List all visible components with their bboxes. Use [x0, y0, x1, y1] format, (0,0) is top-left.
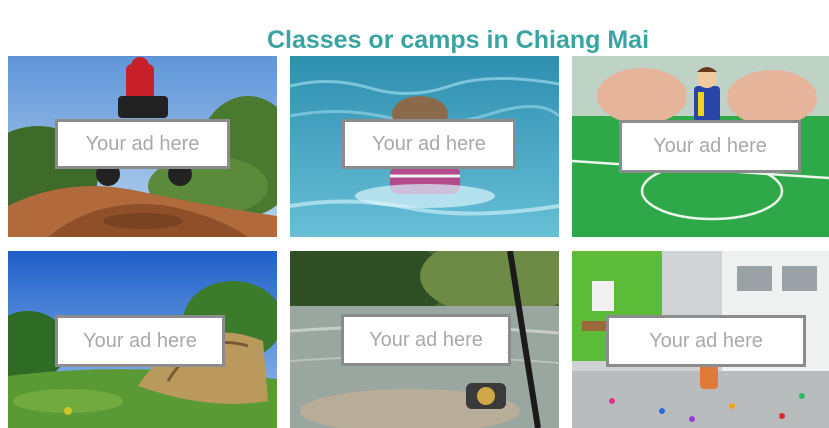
ad-placeholder[interactable]: Your ad here	[55, 315, 225, 367]
camp-tile-motocross[interactable]: Your ad here	[8, 56, 277, 237]
camp-tile-fishing[interactable]: Your ad here	[290, 251, 559, 428]
ad-placeholder[interactable]: Your ad here	[619, 120, 801, 173]
camp-tile-football[interactable]: Your ad here	[572, 56, 829, 237]
page-title: Classes or camps in Chiang Mai	[266, 25, 650, 54]
camp-tile-tent[interactable]: Your ad here	[8, 251, 277, 428]
camp-tile-swimming[interactable]: Your ad here	[290, 56, 559, 237]
ad-placeholder[interactable]: Your ad here	[606, 315, 806, 367]
ad-placeholder[interactable]: Your ad here	[55, 119, 230, 169]
ad-placeholder[interactable]: Your ad here	[342, 119, 516, 169]
ad-placeholder[interactable]: Your ad here	[341, 314, 511, 366]
camp-tile-classroom[interactable]: Your ad here	[572, 251, 829, 428]
